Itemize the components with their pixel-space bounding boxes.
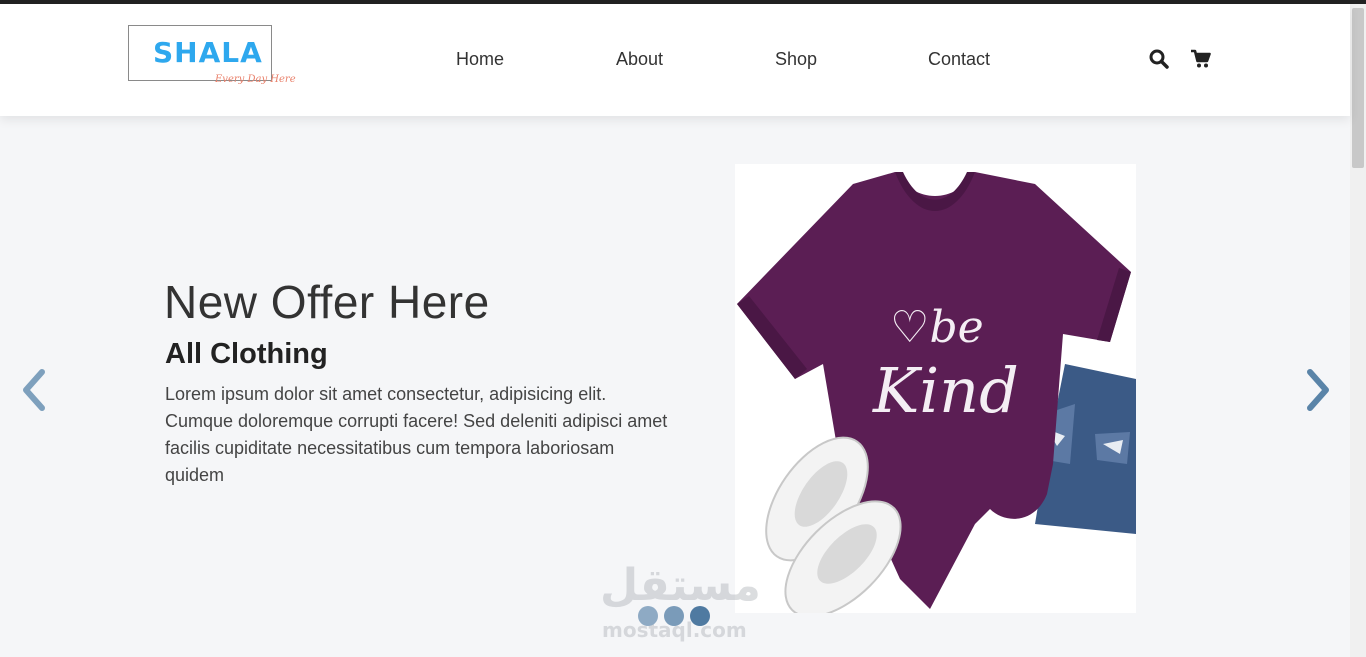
- hero-title: New Offer Here: [164, 276, 490, 328]
- nav-home[interactable]: Home: [456, 49, 504, 70]
- nav-about[interactable]: About: [616, 49, 663, 70]
- logo-tagline: Every Day Here: [215, 74, 296, 85]
- svg-text:Kind: Kind: [872, 354, 1019, 427]
- site-header: SHALA Every Day Here Home About Shop Con…: [0, 4, 1350, 116]
- hero-subtitle: All Clothing: [165, 338, 328, 370]
- product-image: ♡be Kind: [735, 164, 1136, 613]
- nav-shop[interactable]: Shop: [775, 49, 817, 70]
- carousel-dot-1[interactable]: [638, 606, 658, 626]
- page-scrollbar[interactable]: [1350, 4, 1366, 657]
- chevron-left-icon: [23, 369, 45, 411]
- hero-description: Lorem ipsum dolor sit amet consectetur, …: [165, 384, 668, 485]
- search-icon[interactable]: [1148, 48, 1170, 70]
- scrollbar-thumb[interactable]: [1352, 8, 1364, 168]
- carousel-prev-button[interactable]: [18, 366, 50, 414]
- svg-text:♡be: ♡be: [890, 302, 984, 353]
- carousel-next-button[interactable]: [1302, 366, 1334, 414]
- chevron-right-icon: [1307, 369, 1329, 411]
- site-logo[interactable]: SHALA Every Day Here: [128, 25, 296, 85]
- cart-icon[interactable]: [1190, 48, 1212, 70]
- carousel-dot-2[interactable]: [664, 606, 684, 626]
- nav-contact[interactable]: Contact: [928, 49, 990, 70]
- carousel-dot-3-active[interactable]: [690, 606, 710, 626]
- logo-name: SHALA: [153, 36, 263, 69]
